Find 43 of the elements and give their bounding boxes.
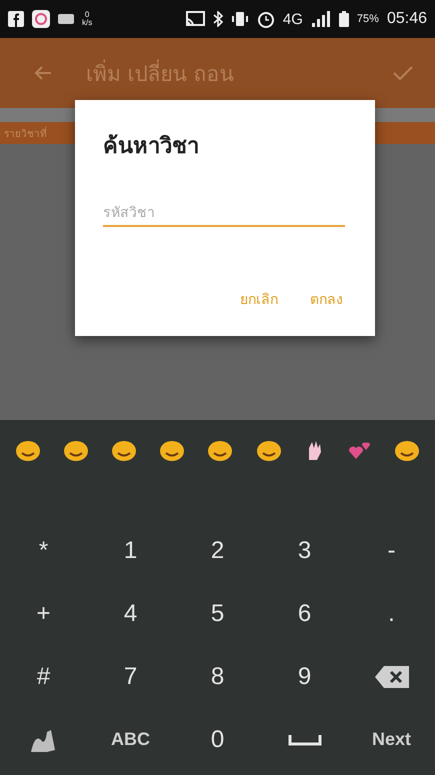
space-icon [288,734,322,746]
section-header-label: รายวิชาที่ [4,126,47,140]
keyboard-key[interactable]: - [352,524,432,578]
cast-icon [184,11,205,27]
alarm-icon [256,10,275,28]
dialog-title: ค้นหาวิชา [103,133,200,161]
keyboard-key[interactable]: 6 [264,587,344,642]
network-speed: 0 k/s [82,11,92,27]
emoji-face-icon[interactable] [394,438,420,462]
keyboard-key[interactable]: Next [352,712,432,767]
signal-icon [310,10,331,28]
keyboard-key[interactable]: 0 [178,712,258,767]
emoji-face-icon[interactable] [159,438,186,462]
emoji-face-icon[interactable] [207,438,234,462]
keyboard-key[interactable]: + [4,587,84,642]
emoji-face-icon[interactable] [256,438,282,462]
camera-app-icon [32,10,50,28]
keyboard-key[interactable]: 5 [178,587,258,642]
keyboard-key[interactable]: ABC [90,712,170,767]
clock-time: 05:46 [386,10,427,28]
emoji-face-icon[interactable] [63,438,90,462]
emoji-face-icon[interactable] [111,438,138,462]
backspace-icon [374,664,410,689]
emoji-face-icon[interactable] [15,438,42,462]
keyboard-key[interactable]: 1 [90,524,170,578]
battery-percent: 75% [356,13,379,25]
keyboard-key[interactable]: # [4,650,84,704]
vibrate-icon [230,11,249,27]
keyboard-key[interactable]: 9 [264,650,344,704]
course-code-field[interactable]: รหัสวิชา [103,201,345,227]
keyboard-key[interactable]: 8 [178,650,258,704]
keyboard-key[interactable]: 2 [178,524,258,578]
keyboard-key[interactable]: 4 [90,587,170,642]
battery-icon [338,11,349,27]
bluetooth-icon [212,11,223,27]
keyboard-icon [58,14,74,24]
checkmark-icon[interactable] [393,65,413,81]
keyboard-key[interactable]: 7 [90,650,170,704]
keyboard-key[interactable]: 3 [264,524,344,578]
keyboard-key[interactable]: * [4,524,84,578]
keyboard-key[interactable]: . [352,587,432,642]
network-type: 4G [282,10,303,28]
facebook-icon [8,11,24,27]
